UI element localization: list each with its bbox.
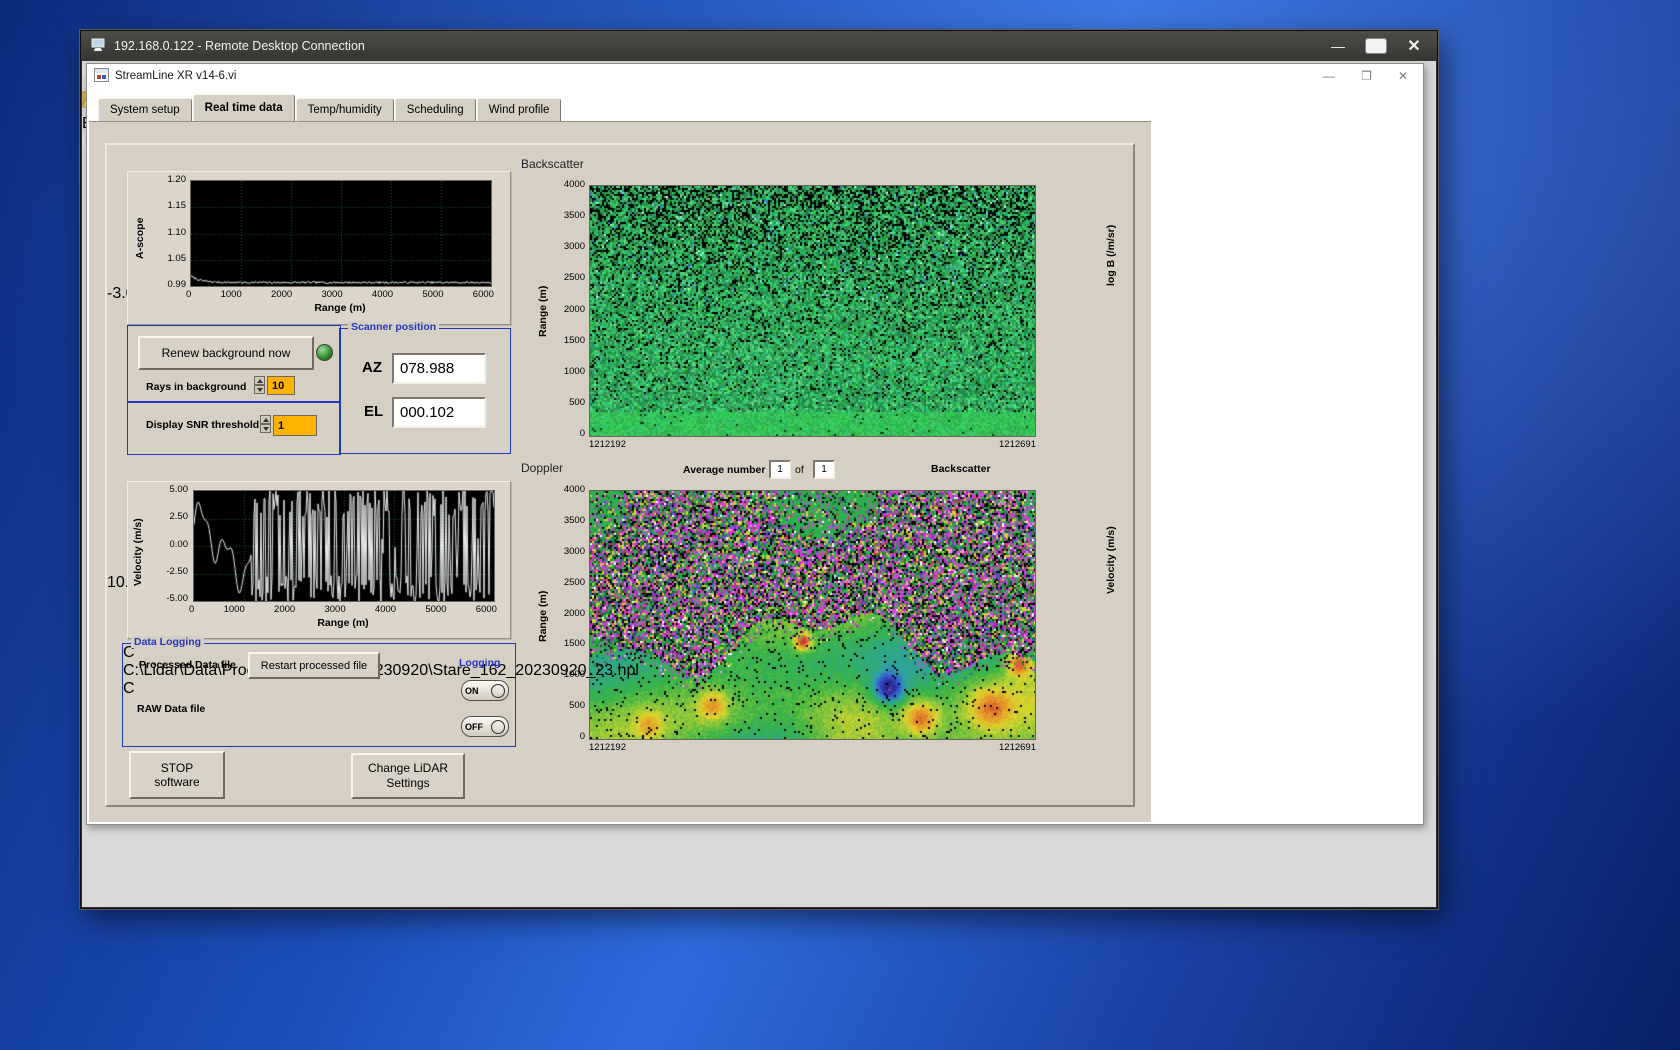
app-titlebar[interactable]: StreamLine XR v14-6.vi — ❐ ✕: [87, 64, 1423, 88]
scanner-position-title: Scanner position: [348, 321, 439, 333]
velocity-x-ticks: 0100020003000400050006000: [189, 604, 497, 615]
doppler-x-ticks: 12121921212691: [589, 742, 1036, 753]
tab-system-setup[interactable]: System setup: [98, 98, 192, 121]
backscatter-colorbar: [107, 145, 127, 285]
average-of-field[interactable]: 1: [813, 460, 835, 479]
rdp-close-button[interactable]: ✕: [1401, 36, 1427, 56]
ascope-x-axis-label: Range (m): [190, 302, 490, 314]
on-lamp-icon: [491, 684, 505, 698]
processed-logging-toggle[interactable]: ON: [461, 680, 509, 701]
az-label: AZ: [362, 359, 382, 376]
tab-real-time-data[interactable]: Real time data: [193, 94, 295, 121]
raw-logging-toggle[interactable]: OFF: [461, 716, 509, 737]
rays-in-background-label: Rays in background: [146, 381, 246, 393]
doppler-y-ticks: 40003500300025002000150010005000: [553, 485, 585, 742]
off-lamp-icon: [491, 720, 505, 734]
snr-threshold-label: Display SNR threshold: [146, 419, 259, 431]
snr-value-field[interactable]: 1: [273, 415, 317, 436]
off-label: OFF: [465, 722, 483, 732]
average-of-label: of: [795, 464, 804, 476]
real-time-data-panel: A-scope 1.201.151.101.050.99 01000200030…: [105, 143, 1135, 807]
raw-path-row: C: [123, 680, 515, 698]
app-minimize-button[interactable]: —: [1323, 69, 1335, 83]
velocity-plot-canvas: [193, 490, 495, 602]
change-lidar-settings-button[interactable]: Change LiDAR Settings: [351, 753, 465, 799]
app-close-button[interactable]: ✕: [1398, 69, 1408, 83]
stop-line1: STOP: [161, 761, 193, 775]
velocity-graph: Velocity (m/s) 5.002.500.00-2.50-5.00 01…: [127, 481, 511, 639]
snr-group: Display SNR threshold 1: [127, 401, 341, 455]
doppler-colorbar-label: Velocity (m/s): [1105, 500, 1117, 620]
rdp-titlebar[interactable]: 192.168.0.122 - Remote Desktop Connectio…: [81, 31, 1437, 61]
az-value-field[interactable]: 078.988: [392, 353, 486, 384]
front-panel: A-scope 1.201.151.101.050.99 01000200030…: [89, 121, 1151, 822]
stop-line2: software: [154, 775, 199, 789]
tab-wind-profile[interactable]: Wind profile: [477, 98, 562, 121]
raw-drive-icon[interactable]: C: [123, 680, 135, 697]
average-number-label: Average number: [683, 464, 765, 476]
app-restore-button[interactable]: ❐: [1361, 69, 1372, 83]
velocity-x-axis-label: Range (m): [193, 617, 493, 629]
backscatter-y-axis-label: Range (m): [537, 263, 549, 359]
backscatter-x-ticks: 12121921212691: [589, 439, 1036, 450]
backscatter-toggle-label: Backscatter: [931, 463, 991, 475]
rays-value-field[interactable]: 10: [267, 376, 295, 395]
doppler-title: Doppler: [521, 461, 563, 475]
settings-line2: Settings: [386, 776, 429, 791]
rdp-window-title: 192.168.0.122 - Remote Desktop Connectio…: [114, 39, 365, 53]
ascope-plot-canvas: [190, 180, 492, 287]
ascope-graph: A-scope 1.201.151.101.050.99 01000200030…: [127, 171, 511, 325]
rays-spinner[interactable]: [254, 376, 265, 394]
windows-desktop: 192.168.0.122 - Remote Desktop Connectio…: [0, 0, 1680, 1050]
snr-spinner[interactable]: [260, 415, 271, 433]
vi-app-icon: [94, 68, 109, 85]
tab-strip: System setup Real time data Temp/humidit…: [89, 94, 562, 121]
settings-line1: Change LiDAR: [368, 761, 448, 776]
ascope-y-ticks: 1.201.151.101.050.99: [154, 175, 186, 290]
app-window-title: StreamLine XR v14-6.vi: [115, 70, 236, 82]
streamline-app-window: StreamLine XR v14-6.vi — ❐ ✕ System setu…: [86, 63, 1424, 825]
doppler-y-axis-label: Range (m): [537, 568, 549, 664]
backscatter-title: Backscatter: [521, 157, 584, 171]
ascope-x-ticks: 0100020003000400050006000: [186, 289, 494, 300]
tab-scheduling[interactable]: Scheduling: [395, 98, 476, 121]
rdp-window: 192.168.0.122 - Remote Desktop Connectio…: [80, 30, 1438, 909]
raw-data-file-label: RAW Data file: [137, 703, 205, 715]
backscatter-heatmap-canvas: [589, 185, 1036, 437]
renew-background-led: [316, 344, 333, 361]
backscatter-colorbar-label: log B (/m/sr): [1105, 195, 1117, 315]
el-label: EL: [364, 403, 383, 420]
doppler-colorbar: [107, 434, 127, 574]
scanner-position-group: Scanner position AZ 078.988 EL 000.102: [339, 328, 511, 454]
tab-temp-humidity[interactable]: Temp/humidity: [296, 98, 394, 121]
velocity-y-axis-label: Velocity (m/s): [132, 502, 144, 602]
data-logging-group: Data Logging Processed Data file Restart…: [122, 643, 516, 747]
el-value-field[interactable]: 000.102: [392, 397, 486, 428]
processed-data-file-label: Processed Data file: [139, 659, 236, 671]
renew-background-button[interactable]: Renew background now: [138, 336, 314, 370]
logging-label: Logging: [459, 657, 500, 669]
rdp-minimize-button[interactable]: —: [1325, 38, 1351, 54]
backscatter-y-ticks: 40003500300025002000150010005000: [553, 180, 585, 439]
remote-computer-icon: [91, 38, 107, 55]
background-group: Renew background now Rays in background …: [127, 325, 341, 403]
velocity-y-ticks: 5.002.500.00-2.50-5.00: [154, 485, 188, 604]
restart-processed-file-button[interactable]: Restart processed file: [248, 652, 380, 679]
average-number-field[interactable]: 1: [769, 460, 791, 479]
doppler-heatmap-canvas: [589, 490, 1036, 740]
on-label: ON: [465, 686, 479, 696]
stop-software-button[interactable]: STOP software: [129, 751, 225, 799]
remote-desktop-area: StreamLine XR v14-6.vi — ❐ ✕ System setu…: [82, 61, 1436, 907]
data-logging-title: Data Logging: [131, 636, 204, 648]
rdp-maximize-button[interactable]: [1365, 38, 1387, 54]
ascope-y-axis-label: A-scope: [134, 190, 146, 286]
